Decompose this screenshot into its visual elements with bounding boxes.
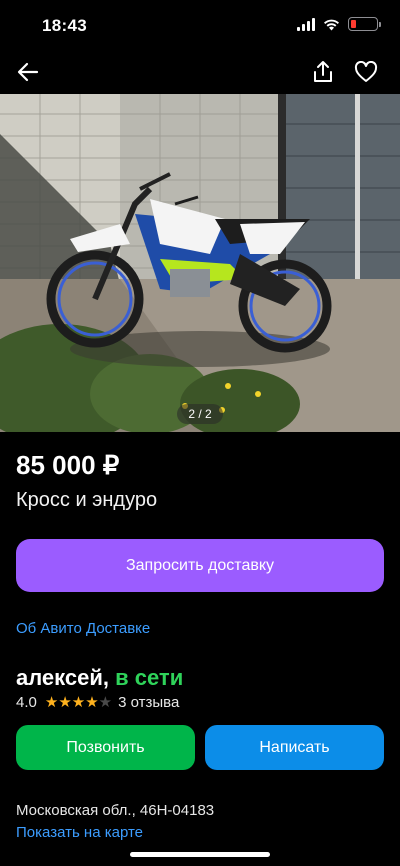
listing-photo[interactable]	[0, 94, 400, 432]
call-button[interactable]: Позвонить	[16, 725, 195, 770]
battery-low-icon	[348, 17, 381, 31]
star-filled-icon: ★	[85, 694, 99, 711]
favorite-heart-icon	[354, 61, 378, 82]
status-bar: 18:43	[0, 0, 400, 50]
rating-stars: ★★★★★	[45, 693, 112, 711]
back-button[interactable]	[14, 58, 42, 86]
back-arrow-icon	[17, 62, 39, 82]
cellular-signal-icon	[297, 17, 315, 31]
rating-value: 4.0	[16, 693, 37, 711]
share-icon	[314, 61, 332, 82]
show-on-map-link[interactable]: Показать на карте	[16, 824, 143, 841]
about-delivery-link[interactable]: Об Авито Доставке	[16, 620, 150, 637]
photo-counter: 2 / 2	[177, 404, 223, 424]
share-button[interactable]	[309, 58, 337, 86]
listing-title: Кросс и эндуро	[16, 489, 158, 511]
star-filled-icon: ★	[58, 694, 72, 711]
favorite-button[interactable]	[352, 58, 380, 86]
reviews-count[interactable]: 3 отзыва	[118, 694, 179, 711]
write-button[interactable]: Написать	[205, 725, 384, 770]
status-time: 18:43	[42, 16, 87, 35]
listing-price: 85 000 ₽	[16, 450, 120, 480]
nav-bar	[0, 50, 400, 94]
star-empty-icon: ★	[98, 694, 113, 711]
listing-address: Московская обл., 46Н-04183	[16, 802, 215, 819]
seller-online-status: в сети	[115, 665, 184, 690]
motorcycle-photo	[0, 94, 400, 432]
home-indicator[interactable]	[130, 852, 270, 857]
seller-name[interactable]: алексей,	[16, 665, 109, 690]
star-filled-icon: ★	[71, 694, 86, 711]
status-icons	[297, 17, 381, 31]
star-filled-icon: ★	[44, 694, 59, 711]
seller-rating[interactable]: 4.0 ★★★★★ 3 отзыва	[16, 693, 179, 712]
seller-name-line[interactable]: алексей, в сети	[16, 665, 183, 691]
request-delivery-button[interactable]: Запросить доставку	[16, 539, 384, 592]
wifi-icon	[324, 19, 339, 30]
